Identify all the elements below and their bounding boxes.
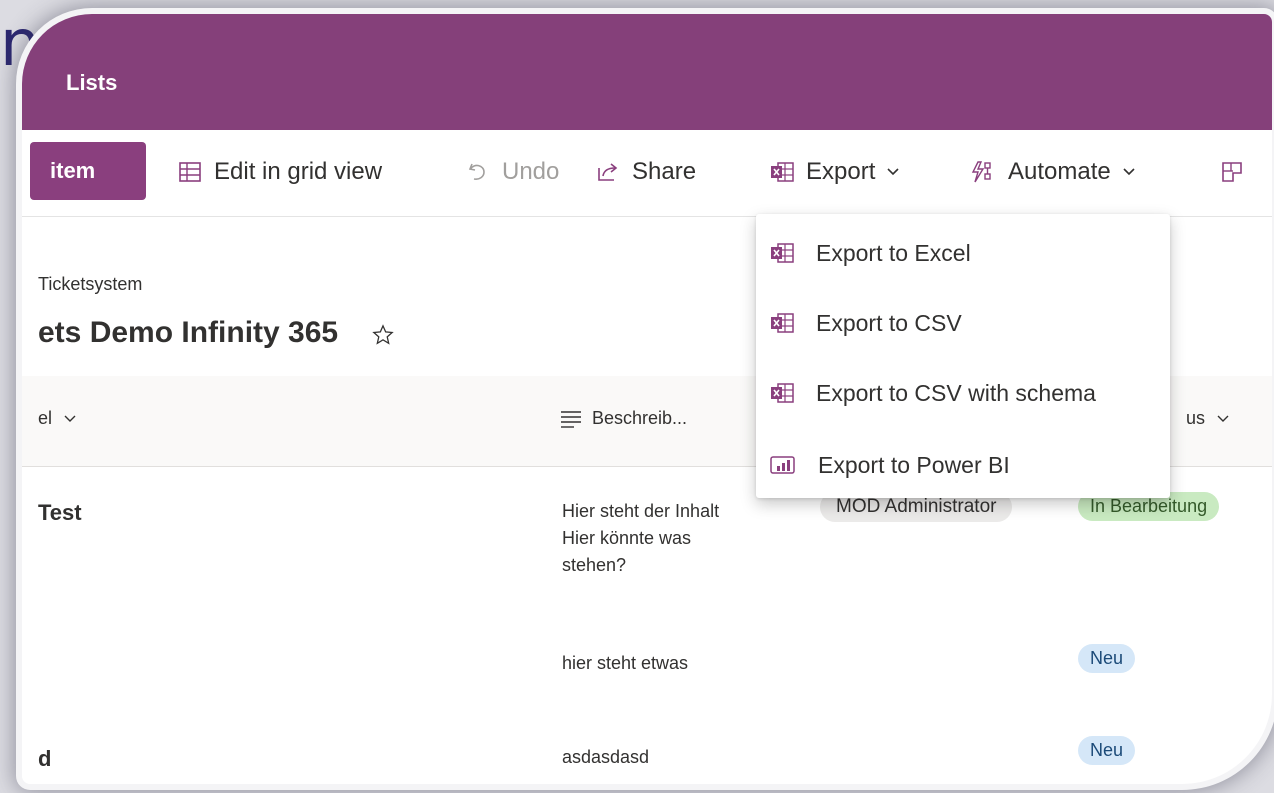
export-to-csv-schema-item[interactable]: Export to CSV with schema — [756, 364, 1170, 422]
text-lines-icon — [560, 409, 582, 429]
export-label: Export — [806, 158, 876, 185]
row-3-description: asdasdasd — [562, 747, 650, 767]
share-icon — [596, 160, 620, 184]
edit-grid-view-button[interactable]: Edit in grid view — [178, 152, 382, 192]
command-bar: item Edit in grid view Undo Share Export — [22, 130, 1272, 217]
export-to-excel-item[interactable]: Export to Excel — [756, 224, 1170, 282]
undo-button[interactable]: Undo — [466, 152, 559, 192]
row-2-status-badge: Neu — [1078, 644, 1136, 673]
excel-icon — [770, 312, 794, 334]
share-label: Share — [632, 158, 697, 185]
undo-label: Undo — [502, 158, 560, 185]
chevron-down-icon — [887, 168, 899, 176]
column-header-status-label: us — [1186, 408, 1206, 428]
excel-icon — [770, 161, 794, 183]
grid-icon — [178, 160, 202, 184]
export-to-excel-label: Export to Excel — [816, 239, 971, 266]
app-title[interactable]: Lists — [66, 70, 117, 96]
row-2-description: hier steht etwas — [562, 653, 689, 673]
chevron-down-icon — [1217, 415, 1229, 423]
row-3-title[interactable]: d — [38, 742, 51, 775]
page-title: ets Demo Infinity 365 — [38, 316, 339, 349]
edit-grid-view-label: Edit in grid view — [214, 158, 383, 185]
column-header-status[interactable]: us — [1186, 408, 1229, 429]
row-1-description: Hier steht der Inhalt Hier könnte was st… — [562, 501, 720, 575]
automate-label: Automate — [1008, 158, 1111, 185]
export-to-csv-item[interactable]: Export to CSV — [756, 294, 1170, 352]
app-header: Lists — [22, 14, 1272, 130]
export-menu: Export to Excel Export to CSV Export to … — [756, 214, 1170, 498]
automate-icon — [970, 160, 996, 184]
row-1-title[interactable]: Test — [38, 496, 82, 529]
automate-button[interactable]: Automate — [970, 152, 1135, 192]
star-icon[interactable] — [372, 324, 394, 351]
column-header-description[interactable]: Beschreib... — [560, 408, 687, 429]
export-to-csv-schema-label: Export to CSV with schema — [816, 379, 1096, 406]
column-header-title[interactable]: el — [38, 408, 76, 429]
powerbi-icon — [770, 454, 796, 476]
export-to-power-bi-label: Export to Power BI — [818, 451, 1010, 478]
chevron-down-icon — [1123, 168, 1135, 176]
export-to-power-bi-item[interactable]: Export to Power BI — [756, 436, 1170, 494]
breadcrumb[interactable]: Ticketsystem — [38, 274, 142, 295]
row-3-status-badge: Neu — [1078, 736, 1136, 765]
share-button[interactable]: Share — [596, 152, 696, 192]
excel-icon — [770, 242, 794, 264]
app-window: Lists item Edit in grid view Undo Share — [22, 14, 1272, 784]
export-to-csv-label: Export to CSV — [816, 309, 962, 336]
integrate-button[interactable] — [1220, 152, 1256, 192]
chevron-down-icon — [64, 415, 76, 423]
export-button[interactable]: Export — [770, 152, 899, 192]
integrate-icon — [1220, 160, 1244, 184]
column-header-description-label: Beschreib... — [592, 408, 688, 428]
new-item-button[interactable]: item — [30, 142, 146, 200]
new-item-label: item — [50, 158, 96, 183]
column-header-title-label: el — [38, 408, 53, 428]
undo-icon — [466, 160, 490, 184]
excel-icon — [770, 382, 794, 404]
